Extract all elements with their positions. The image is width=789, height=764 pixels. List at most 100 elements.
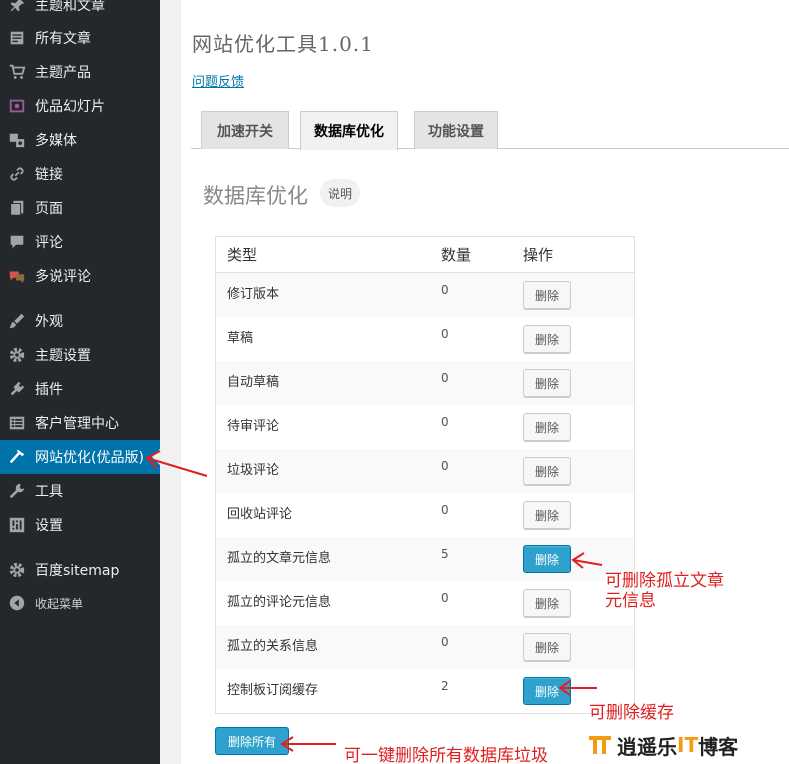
posts-icon	[7, 28, 27, 48]
delete-button[interactable]: 删除	[523, 413, 571, 441]
row-type: 修订版本	[227, 287, 280, 302]
row-count: 0	[441, 327, 449, 341]
sidebar-item-appearance[interactable]: 外观	[0, 304, 160, 338]
row-type: 自动草稿	[227, 375, 280, 390]
help-badge[interactable]: 说明	[320, 179, 361, 207]
collapse-icon	[7, 593, 27, 613]
row-count: 0	[441, 371, 449, 385]
delete-button[interactable]: 删除	[523, 633, 571, 661]
sidebar-item-label: 评论	[35, 235, 63, 251]
sidebar-item-slides[interactable]: 优品幻灯片	[0, 89, 160, 123]
active-indicator	[152, 449, 160, 465]
duoshuo-icon	[7, 266, 27, 286]
table-row: 自动草稿 0 删除	[216, 361, 634, 405]
header-count: 数量	[441, 246, 472, 264]
sidebar-item-label: 外观	[35, 314, 63, 330]
delete-button[interactable]: 删除	[523, 325, 571, 353]
row-count: 0	[441, 283, 449, 297]
sidebar-item-comments[interactable]: 评论	[0, 225, 160, 259]
sidebar-collapse-menu[interactable]: 收起菜单	[0, 586, 160, 620]
row-count: 0	[441, 503, 449, 517]
row-type: 孤立的评论元信息	[227, 595, 332, 610]
watermark-text-2: IT	[677, 733, 699, 757]
feedback-link[interactable]: 问题反馈	[192, 71, 244, 90]
brush-icon	[7, 311, 27, 331]
sidebar-item-tools[interactable]: 工具	[0, 474, 160, 508]
watermark-text-1: 逍遥乐	[617, 734, 677, 759]
table-row: 孤立的评论元信息 0 删除	[216, 581, 634, 625]
table-row: 回收站评论 0 删除	[216, 493, 634, 537]
sidebar-item-duoshuo[interactable]: 多说评论	[0, 259, 160, 293]
sidebar-item-label: 所有文章	[35, 31, 91, 47]
delete-button[interactable]: 删除	[523, 457, 571, 485]
row-type: 垃圾评论	[227, 463, 280, 478]
row-count: 2	[441, 679, 449, 693]
delete-button[interactable]: 删除	[523, 369, 571, 397]
sidebar-item-label: 工具	[35, 484, 63, 500]
section-title: 数据库优化	[203, 184, 308, 208]
sidebar-item-pages[interactable]: 页面	[0, 191, 160, 225]
row-count: 5	[441, 547, 449, 561]
wrench-icon	[7, 481, 27, 501]
delete-button[interactable]: 删除	[523, 501, 571, 529]
admin-sidebar: 主题和文章 所有文章 主题产品 优品幻灯片 多媒体 链接 页面 评论 多说评论 …	[0, 0, 160, 764]
sidebar-item-label: 页面	[35, 201, 63, 217]
tab-database-optimization[interactable]: 数据库优化	[300, 111, 398, 150]
gear-icon	[7, 345, 27, 365]
header-type: 类型	[227, 246, 258, 264]
list-icon	[7, 413, 27, 433]
row-type: 回收站评论	[227, 507, 293, 522]
sidebar-item-links[interactable]: 链接	[0, 157, 160, 191]
sidebar-item-settings[interactable]: 设置	[0, 508, 160, 542]
delete-button[interactable]: 删除	[523, 589, 571, 617]
annotation-orphan-line2: 元信息	[605, 591, 656, 611]
row-count: 0	[441, 459, 449, 473]
sidebar-item-media[interactable]: 多媒体	[0, 123, 160, 157]
cart-icon	[7, 62, 27, 82]
table-row: 待审评论 0 删除	[216, 405, 634, 449]
delete-all-button[interactable]: 删除所有	[215, 727, 289, 755]
watermark-text-3: 博客	[698, 734, 739, 759]
table-row: 孤立的关系信息 0 删除	[216, 625, 634, 669]
sidebar-item-customer-center[interactable]: 客户管理中心	[0, 406, 160, 440]
sidebar-item-label: 主题设置	[35, 348, 91, 364]
comment-icon	[7, 232, 27, 252]
table-row: 控制板订阅缓存 2 删除	[216, 669, 634, 713]
tab-speed-switch[interactable]: 加速开关	[201, 111, 289, 149]
gear-icon	[7, 560, 27, 580]
row-type: 草稿	[227, 331, 254, 346]
delete-button[interactable]: 删除	[523, 281, 571, 309]
watermark-logo: 逍遥乐 IT 博客	[589, 730, 738, 760]
page-title: 网站优化工具1.0.1	[192, 32, 374, 56]
sidebar-item-label: 多媒体	[35, 133, 77, 149]
row-count: 0	[441, 415, 449, 429]
sidebar-item-baidu-sitemap[interactable]: 百度sitemap	[0, 553, 160, 587]
sidebar-item-themes-posts[interactable]: 主题和文章	[0, 0, 160, 22]
table-row: 垃圾评论 0 删除	[216, 449, 634, 493]
header-action: 操作	[523, 246, 554, 264]
sidebar-item-label: 优品幻灯片	[35, 99, 105, 115]
row-type: 孤立的关系信息	[227, 639, 319, 654]
sidebar-item-all-posts[interactable]: 所有文章	[0, 21, 160, 55]
delete-feed-cache-button[interactable]: 删除	[523, 677, 571, 705]
sidebar-item-site-optimization[interactable]: 网站优化(优品版)	[0, 440, 160, 474]
sidebar-item-plugins[interactable]: 插件	[0, 372, 160, 406]
table-row: 草稿 0 删除	[216, 317, 634, 361]
annotation-delete-all: 可一键删除所有数据库垃圾	[344, 746, 548, 764]
settings-icon	[7, 515, 27, 535]
sidebar-item-label: 收起菜单	[35, 596, 84, 611]
row-type: 孤立的文章元信息	[227, 551, 332, 566]
tab-function-settings[interactable]: 功能设置	[414, 111, 498, 149]
sidebar-item-theme-settings[interactable]: 主题设置	[0, 338, 160, 372]
watermark-icon	[589, 736, 611, 754]
media-icon	[7, 130, 27, 150]
sidebar-item-products[interactable]: 主题产品	[0, 55, 160, 89]
sidebar-item-label: 链接	[35, 167, 63, 183]
sidebar-item-label: 网站优化(优品版)	[35, 450, 144, 466]
delete-orphan-postmeta-button[interactable]: 删除	[523, 545, 571, 573]
table-header: 类型 数量 操作	[216, 237, 634, 273]
sidebar-item-label: 插件	[35, 382, 63, 398]
sidebar-item-label: 主题产品	[35, 65, 91, 81]
database-table: 类型 数量 操作 修订版本 0 删除 草稿 0 删除 自动草稿 0 删除 待审评…	[215, 236, 635, 714]
tab-bar: 加速开关 数据库优化 功能设置	[191, 111, 789, 150]
